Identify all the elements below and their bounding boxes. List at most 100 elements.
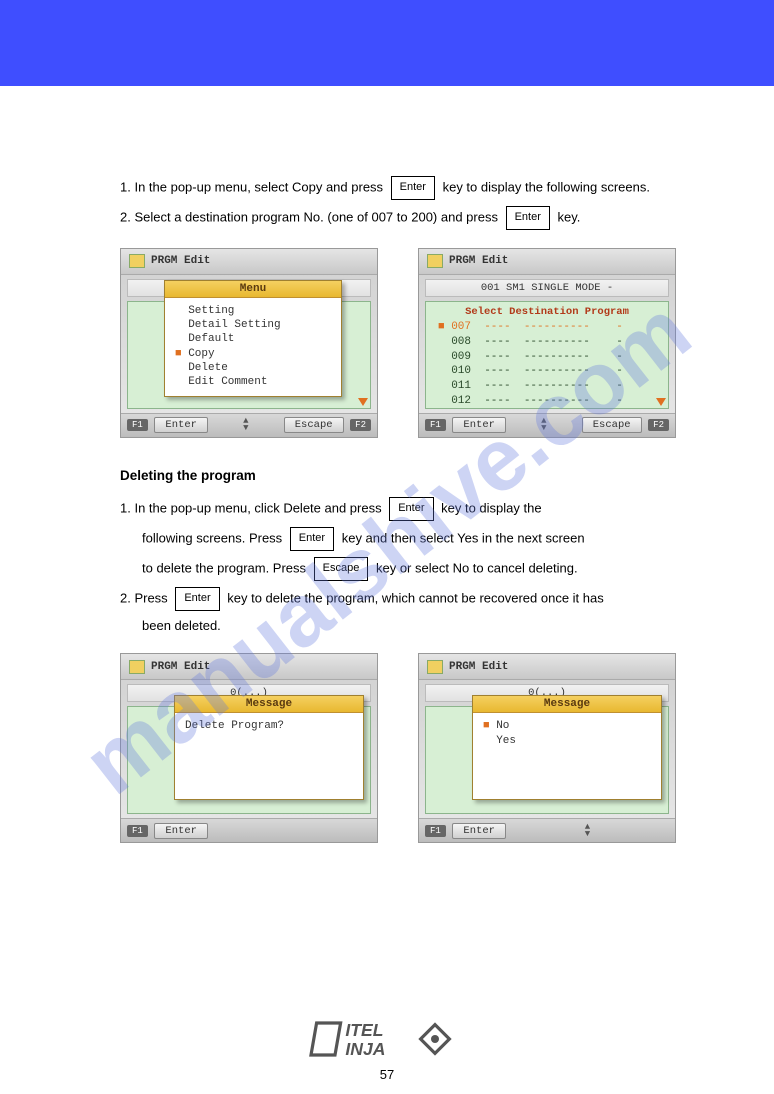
enter-key-ref: Enter <box>175 587 219 611</box>
delete-section-title: Deleting the program <box>120 468 714 483</box>
f1-key-icon: F1 <box>425 419 446 431</box>
message-popup: Message No Yes <box>472 695 662 800</box>
flag-icon <box>129 254 145 268</box>
screenshot-destination-list: PRGM Edit 001 SM1 SINGLE MODE - Select D… <box>418 248 676 438</box>
scroll-down-icon <box>358 398 368 406</box>
flag-icon <box>129 660 145 674</box>
text: 1. In the pop-up menu, click Delete and … <box>120 500 382 515</box>
option-no[interactable]: No <box>483 719 651 733</box>
f2-key-icon: F2 <box>648 419 669 431</box>
delete-step-2b: been deleted. <box>120 617 714 636</box>
enter-key-ref: Enter <box>391 176 435 200</box>
list-area: Message Delete Program? <box>127 706 371 814</box>
f2-key-icon: F2 <box>350 419 371 431</box>
text: key or select No to cancel deleting. <box>376 560 578 575</box>
delete-step-1c: to delete the program. Press Escape key … <box>120 557 714 581</box>
window-title: PRGM Edit <box>151 661 210 673</box>
list-area: Select Destination Program 007 ---- ----… <box>425 301 669 409</box>
window-titlebar: PRGM Edit <box>419 654 675 680</box>
scroll-down-icon <box>656 398 666 406</box>
option-yes[interactable]: Yes <box>483 734 651 748</box>
list-item[interactable]: 010 ---- ---------- - <box>438 364 662 379</box>
text: key. <box>558 209 581 224</box>
menu-item-detail-setting[interactable]: Detail Setting <box>175 318 331 332</box>
enter-key-ref: Enter <box>290 527 334 551</box>
popup-body: No Yes <box>473 713 661 799</box>
flag-icon <box>427 660 443 674</box>
list-item[interactable]: 008 ---- ---------- - <box>438 335 662 350</box>
enter-key-ref: Enter <box>389 497 433 521</box>
delete-step-1b: following screens. Press Enter key and t… <box>120 527 714 551</box>
updown-icon: ▲▼ <box>585 824 590 838</box>
logo-text-2: INJA <box>345 1039 385 1059</box>
message-popup: Message Delete Program? <box>174 695 364 800</box>
escape-button[interactable]: Escape <box>284 417 344 433</box>
text: following screens. Press <box>142 530 282 545</box>
escape-key-ref: Escape <box>314 557 369 581</box>
screenshot-delete-yesno: PRGM Edit 0(...) Message No Yes F1 Enter… <box>418 653 676 843</box>
text: 2. Press <box>120 590 168 605</box>
page-number: 57 <box>0 1067 774 1082</box>
window-title: PRGM Edit <box>449 255 508 267</box>
screenshot-row-1: PRGM Edit 0(...) Menu Setting Detail Set… <box>120 248 714 438</box>
text: 2. Select a destination program No. (one… <box>120 209 498 224</box>
text: 1. In the pop-up menu, select Copy and p… <box>120 179 383 194</box>
enter-button[interactable]: Enter <box>154 823 208 839</box>
enter-key-ref: Enter <box>506 206 550 230</box>
enter-button[interactable]: Enter <box>452 417 506 433</box>
brand-logo: ITEL INJA <box>307 1015 467 1063</box>
list-item[interactable]: 012 ---- ---------- - <box>438 394 662 409</box>
screenshot-delete-confirm: PRGM Edit 0(...) Message Delete Program?… <box>120 653 378 843</box>
button-bar: F1 Enter <box>121 818 377 842</box>
list-item[interactable]: 007 ---- ---------- - <box>438 320 662 335</box>
flag-icon <box>427 254 443 268</box>
copy-step-1: 1. In the pop-up menu, select Copy and p… <box>120 176 714 200</box>
program-header-row: 001 SM1 SINGLE MODE - <box>425 279 669 297</box>
enter-button[interactable]: Enter <box>452 823 506 839</box>
updown-icon: ▲▼ <box>541 418 546 432</box>
popup-body: Delete Program? <box>175 713 363 799</box>
text: key to display the <box>441 500 541 515</box>
page-content: 1. In the pop-up menu, select Copy and p… <box>0 86 774 843</box>
menu-item-default[interactable]: Default <box>175 332 331 346</box>
menu-item-delete[interactable]: Delete <box>175 361 331 375</box>
logo-text-1: ITEL <box>345 1020 383 1040</box>
page-footer: ITEL INJA 57 <box>0 1015 774 1082</box>
escape-button[interactable]: Escape <box>582 417 642 433</box>
delete-step-2: 2. Press Enter key to delete the program… <box>120 587 714 611</box>
screenshot-row-2: PRGM Edit 0(...) Message Delete Program?… <box>120 653 714 843</box>
text: key to delete the program, which cannot … <box>227 590 604 605</box>
context-menu-popup: Menu Setting Detail Setting Default Copy… <box>164 280 342 397</box>
menu-item-copy[interactable]: Copy <box>175 347 331 361</box>
destination-list: 007 ---- ---------- - 008 ---- ---------… <box>438 320 662 409</box>
popup-title: Message <box>473 696 661 713</box>
window-titlebar: PRGM Edit <box>121 654 377 680</box>
button-bar: F1 Enter ▲▼ <box>419 818 675 842</box>
top-banner <box>0 0 774 86</box>
button-bar: F1 Enter ▲▼ Escape F2 <box>121 413 377 437</box>
menu-item-setting[interactable]: Setting <box>175 304 331 318</box>
menu-item-edit-comment[interactable]: Edit Comment <box>175 375 331 389</box>
enter-button[interactable]: Enter <box>154 417 208 433</box>
button-bar: F1 Enter ▲▼ Escape F2 <box>419 413 675 437</box>
delete-step-1a: 1. In the pop-up menu, click Delete and … <box>120 497 714 521</box>
destination-header: Select Destination Program <box>432 306 662 318</box>
screenshot-menu-popup: PRGM Edit 0(...) Menu Setting Detail Set… <box>120 248 378 438</box>
text: to delete the program. Press <box>142 560 306 575</box>
window-titlebar: PRGM Edit <box>121 249 377 275</box>
f1-key-icon: F1 <box>127 419 148 431</box>
popup-body: Setting Detail Setting Default Copy Dele… <box>165 298 341 396</box>
window-titlebar: PRGM Edit <box>419 249 675 275</box>
list-area: Message No Yes <box>425 706 669 814</box>
text: key to display the following screens. <box>443 179 650 194</box>
updown-icon: ▲▼ <box>243 418 248 432</box>
list-item[interactable]: 009 ---- ---------- - <box>438 350 662 365</box>
list-item[interactable]: 011 ---- ---------- - <box>438 379 662 394</box>
popup-title: Menu <box>165 281 341 298</box>
text: key and then select Yes in the next scre… <box>342 530 585 545</box>
window-title: PRGM Edit <box>151 255 210 267</box>
copy-step-2: 2. Select a destination program No. (one… <box>120 206 714 230</box>
window-title: PRGM Edit <box>449 661 508 673</box>
f1-key-icon: F1 <box>425 825 446 837</box>
message-text: Delete Program? <box>185 719 353 733</box>
